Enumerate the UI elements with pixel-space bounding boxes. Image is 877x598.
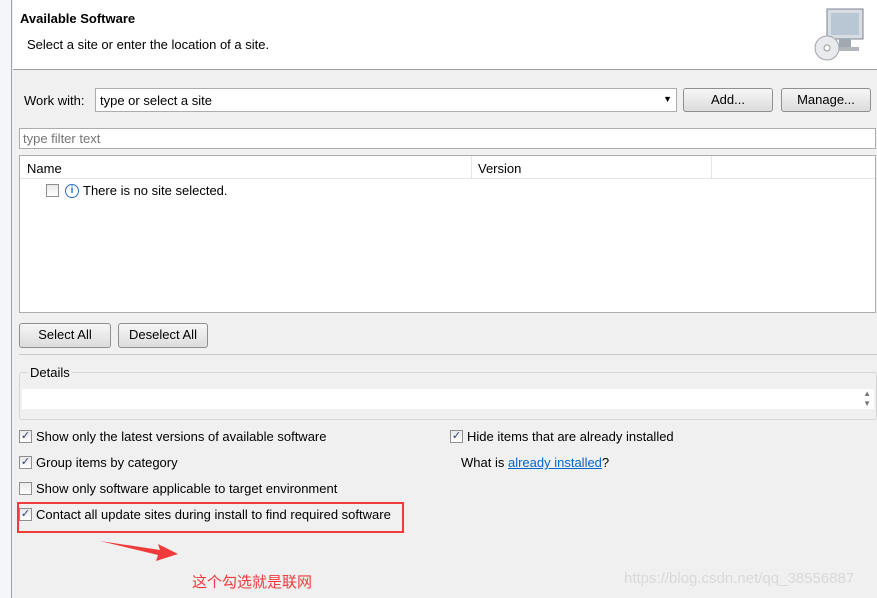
table-row: i There is no site selected. xyxy=(46,183,228,198)
option-hide-installed[interactable]: ✓ Hide items that are already installed xyxy=(450,429,674,444)
annotation-note: 这个勾选就是联网 xyxy=(192,574,313,591)
details-group: Details ▲ ▼ xyxy=(19,365,877,420)
divider xyxy=(19,354,877,355)
work-with-value: type or select a site xyxy=(100,93,212,108)
scroll-arrows-icon[interactable]: ▲ ▼ xyxy=(863,389,871,409)
column-name[interactable]: Name xyxy=(20,156,472,179)
annotation-arrow-icon xyxy=(100,541,178,561)
add-button[interactable]: Add... xyxy=(683,88,773,112)
already-installed-link[interactable]: already installed xyxy=(508,455,602,470)
installed-suffix: ? xyxy=(601,455,610,470)
details-text: ▲ ▼ xyxy=(22,389,874,409)
page-subtitle: Select a site or enter the location of a… xyxy=(27,37,270,52)
option-label: Group items by category xyxy=(36,455,178,470)
option-label: Hide items that are already installed xyxy=(467,429,674,444)
checkbox-checked[interactable]: ✓ xyxy=(450,430,463,443)
page-title: Available Software xyxy=(20,11,136,26)
option-label: Show only software applicable to target … xyxy=(36,481,338,496)
column-version[interactable]: Version xyxy=(472,156,712,179)
details-label: Details xyxy=(28,365,72,380)
watermark: https://blog.csdn.net/qq_38556887 xyxy=(624,570,855,587)
already-installed-text: What is already installed? xyxy=(461,455,609,470)
filter-input[interactable] xyxy=(19,128,876,149)
checkbox-checked[interactable]: ✓ xyxy=(19,430,32,443)
annotation-highlight-box xyxy=(17,502,404,533)
installed-prefix: What is xyxy=(461,455,508,470)
option-latest-versions[interactable]: ✓ Show only the latest versions of availa… xyxy=(19,429,327,444)
dialog-header: Available Software Select a site or ente… xyxy=(13,0,877,70)
option-label: Show only the latest versions of availab… xyxy=(36,429,327,444)
info-icon: i xyxy=(65,183,79,198)
checkbox-checked[interactable]: ✓ xyxy=(19,456,32,469)
work-with-label: Work with: xyxy=(24,93,85,108)
manage-button[interactable]: Manage... xyxy=(781,88,871,112)
select-all-button[interactable]: Select All xyxy=(19,323,111,348)
option-target-environment[interactable]: Show only software applicable to target … xyxy=(19,481,337,496)
software-table[interactable]: Name Version i There is no site selected… xyxy=(19,155,876,313)
no-site-message: There is no site selected. xyxy=(83,183,228,198)
chevron-down-icon[interactable]: ▼ xyxy=(663,94,672,104)
deselect-all-button[interactable]: Deselect All xyxy=(118,323,208,348)
table-header: Name Version xyxy=(20,156,875,179)
option-group-by-category[interactable]: ✓ Group items by category xyxy=(19,455,178,470)
work-with-combo[interactable]: type or select a site ▼ xyxy=(95,88,677,112)
background-window-edge xyxy=(0,0,12,598)
row-checkbox[interactable] xyxy=(46,184,59,197)
checkbox-unchecked[interactable] xyxy=(19,482,32,495)
monitor-cd-icon xyxy=(814,8,864,61)
